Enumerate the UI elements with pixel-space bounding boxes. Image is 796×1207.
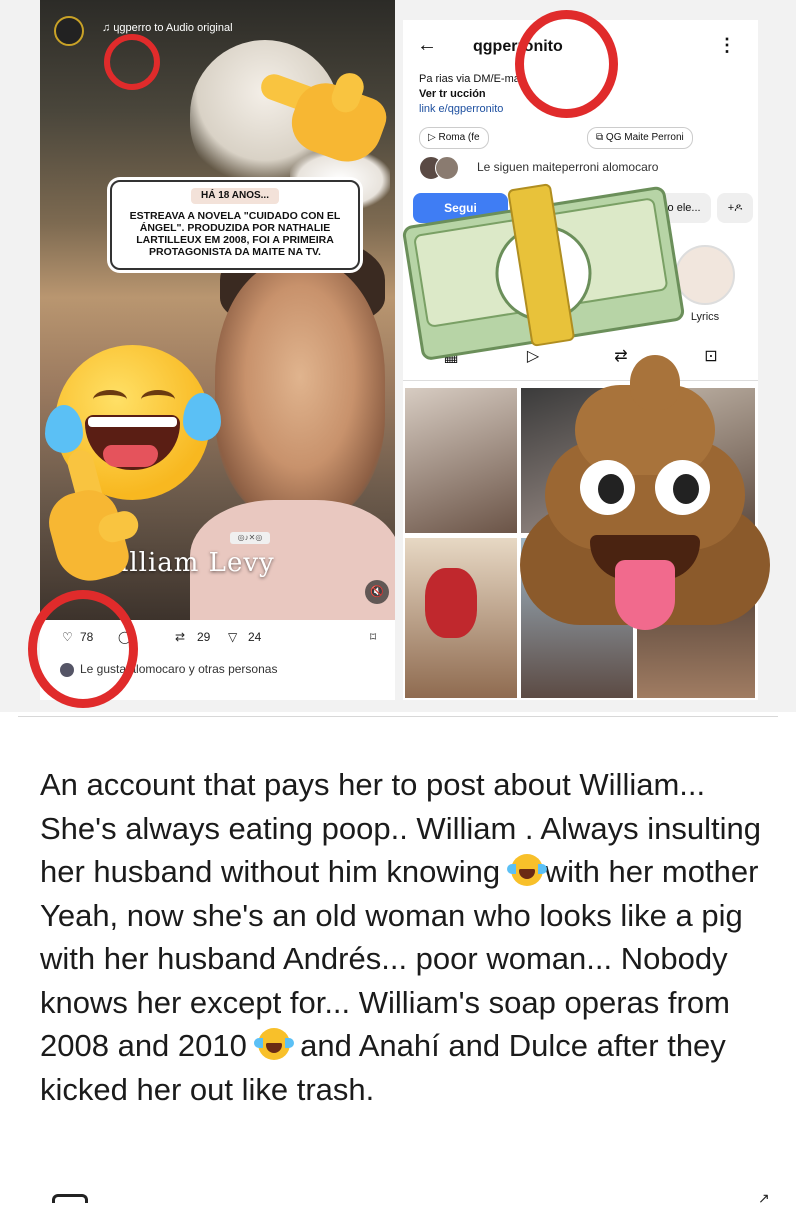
reel-topbar: ♫ ɥgperro to Audio original bbox=[40, 16, 395, 46]
bottom-bar: ↗ bbox=[0, 1188, 796, 1206]
actor-face bbox=[215, 260, 385, 520]
quote-card: HÁ 18 ANOS... ESTREAVA A NOVELA "CUIDADO… bbox=[110, 180, 360, 270]
more-icon[interactable]: ⋮ bbox=[718, 35, 736, 56]
share-icon[interactable]: ↗ bbox=[758, 1190, 770, 1207]
screenshot-collage: ♫ ɥgperro to Audio original HÁ 18 ANOS..… bbox=[0, 0, 796, 712]
laughing-crying-icon bbox=[253, 1028, 294, 1060]
chip-roma[interactable]: ▷ Roma (fe bbox=[419, 127, 489, 149]
bio-line-1: Pa rias via DM/E-mail bbox=[419, 73, 525, 85]
back-arrow-icon[interactable]: ← bbox=[417, 34, 437, 57]
quote-text: ESTREAVA A NOVELA "CUIDADO CON EL ÁNGEL"… bbox=[129, 210, 341, 258]
share-icon[interactable]: ▽ bbox=[228, 630, 237, 644]
profile-avatar[interactable] bbox=[54, 16, 84, 46]
red-circle-highlight bbox=[515, 10, 618, 118]
bio-translate[interactable]: Ver tr ucción bbox=[419, 87, 525, 102]
divider bbox=[18, 716, 778, 717]
follower-avatar bbox=[435, 156, 459, 180]
post-caption: An account that pays her to post about W… bbox=[40, 763, 780, 1111]
laughing-crying-icon bbox=[506, 854, 547, 886]
reposts-count: 29 bbox=[197, 630, 211, 644]
add-person-button[interactable]: +ዶ bbox=[717, 193, 753, 223]
comment-icon[interactable] bbox=[52, 1194, 88, 1203]
brand-icons: ◎♪✕◎ bbox=[230, 532, 270, 544]
poop-emoji bbox=[520, 355, 770, 645]
chip-qg-maite[interactable]: ⧉ QG Maite Perroni bbox=[587, 127, 693, 149]
mute-icon[interactable]: 🔇 bbox=[365, 580, 389, 604]
bookmark-icon[interactable]: ⌑ bbox=[370, 630, 376, 644]
red-circle-highlight bbox=[28, 590, 138, 708]
bio-link[interactable]: link e/qgperronito bbox=[419, 102, 525, 117]
quote-badge: HÁ 18 ANOS... bbox=[191, 188, 279, 204]
grid-post[interactable] bbox=[405, 388, 517, 533]
profile-bio: Pa rias via DM/E-mail Ver tr ucción link… bbox=[419, 72, 525, 117]
profile-chips: ▷ Roma (fe ⧉ QG Maite Perroni bbox=[419, 127, 749, 149]
audio-label[interactable]: ♫ ɥgperro to Audio original bbox=[102, 22, 233, 34]
goblin-emoji bbox=[425, 568, 477, 638]
red-circle-highlight bbox=[104, 34, 160, 90]
repost-icon[interactable]: ⇄ bbox=[175, 630, 185, 644]
shares-count: 24 bbox=[248, 630, 262, 644]
